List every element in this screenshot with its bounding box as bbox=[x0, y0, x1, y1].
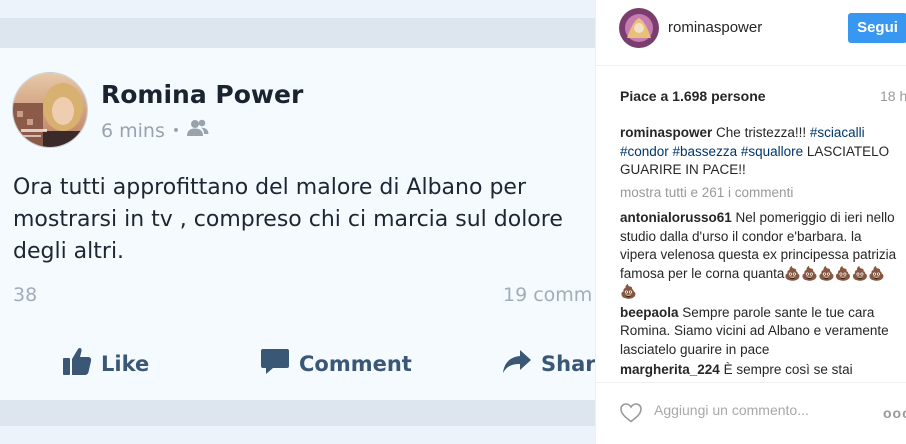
share-button[interactable]: Share bbox=[502, 346, 595, 381]
caption: rominaspower Che tristezza!!! #sciacalli… bbox=[620, 124, 900, 180]
user-avatar[interactable] bbox=[619, 8, 659, 48]
like-label: Like bbox=[101, 351, 150, 376]
likes-count[interactable]: 38 bbox=[13, 284, 37, 306]
facebook-post-image: Romina Power 6 mins • Ora tutti approfit… bbox=[0, 0, 595, 444]
view-all-comments-link[interactable]: mostra tutti e 261 i commenti bbox=[620, 184, 900, 203]
bottom-divider-band bbox=[0, 400, 595, 426]
comment-item: antonialorusso61 Nel pomeriggio di ieri … bbox=[620, 209, 900, 302]
instagram-sidebar: rominaspower Segui Piace a 1.698 persone… bbox=[595, 0, 906, 444]
post-meta: 6 mins • bbox=[101, 119, 209, 142]
comment-label: Comment bbox=[299, 351, 412, 376]
comment-icon bbox=[260, 346, 299, 381]
post-text: Ora tutti approfittano del malore di Alb… bbox=[13, 175, 563, 264]
thumbs-up-icon bbox=[62, 346, 101, 381]
heart-icon[interactable] bbox=[620, 403, 642, 428]
caption-username[interactable]: rominaspower bbox=[620, 125, 712, 140]
author-name[interactable]: Romina Power bbox=[101, 80, 303, 109]
friends-icon bbox=[187, 119, 209, 142]
share-arrow-icon bbox=[502, 346, 541, 381]
comment-username[interactable]: beepaola bbox=[620, 305, 679, 320]
comment-button[interactable]: Comment bbox=[260, 346, 412, 381]
comments-list: rominaspower Che tristezza!!! #sciacalli… bbox=[620, 124, 900, 380]
comment-item: margherita_224 È sempre così se stai bbox=[620, 361, 900, 380]
post-header: rominaspower Segui bbox=[596, 0, 906, 66]
meta-separator: • bbox=[171, 122, 181, 139]
comment-footer: ooo bbox=[596, 382, 906, 444]
comment-item: beepaola Sempre parole sante le tue cara… bbox=[620, 304, 900, 360]
comments-count[interactable]: 19 comm bbox=[503, 284, 592, 306]
author-avatar bbox=[12, 72, 88, 148]
top-divider-band bbox=[0, 18, 595, 48]
follow-button[interactable]: Segui bbox=[848, 13, 906, 43]
post-time-ago[interactable]: 18 h bbox=[880, 88, 906, 104]
post-time[interactable]: 6 mins bbox=[101, 120, 165, 142]
caption-text: Che tristezza!!! bbox=[716, 125, 810, 140]
like-button[interactable]: Like bbox=[62, 346, 149, 381]
add-comment-input[interactable] bbox=[654, 402, 854, 418]
likes-summary[interactable]: Piace a 1.698 persone bbox=[620, 88, 766, 104]
comment-username[interactable]: margherita_224 bbox=[620, 362, 720, 377]
share-label: Share bbox=[541, 351, 595, 376]
more-options-icon[interactable]: ooo bbox=[883, 405, 906, 421]
header-username[interactable]: rominaspower bbox=[668, 19, 762, 36]
comment-text: È sempre così se stai bbox=[723, 362, 853, 377]
comment-username[interactable]: antonialorusso61 bbox=[620, 210, 732, 225]
